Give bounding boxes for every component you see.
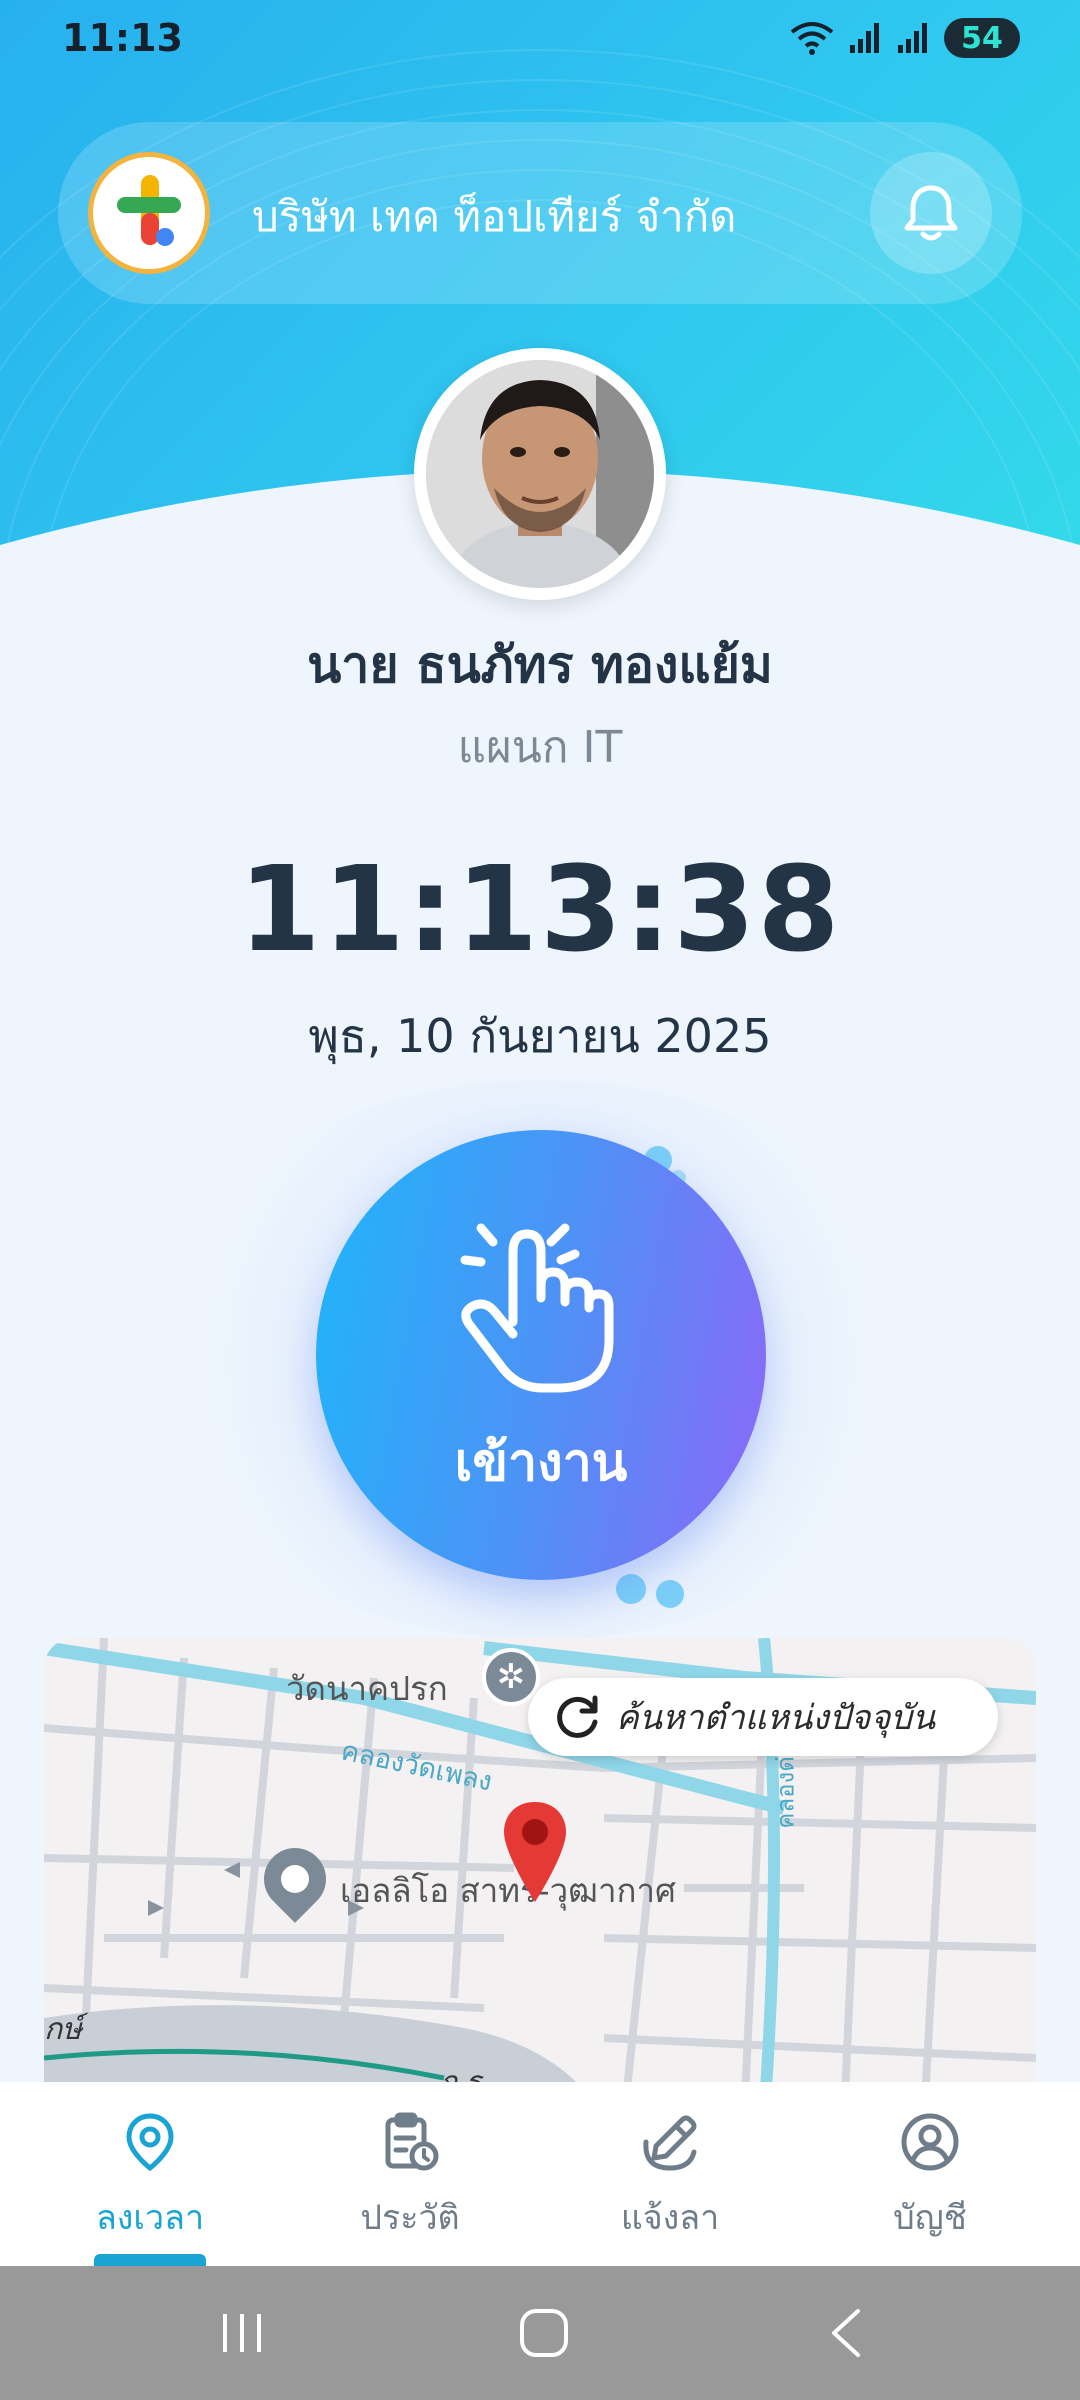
decor-dot [656, 1580, 684, 1608]
signal-icon [850, 23, 879, 53]
pencil-circle-icon [643, 2115, 697, 2171]
current-date: พุธ, 10 กันยายน 2025 [308, 1009, 772, 1063]
company-logo-icon [117, 175, 181, 246]
nav-active-indicator [94, 2254, 206, 2266]
hand-tap-icon [460, 1223, 614, 1393]
avatar-photo [426, 360, 654, 588]
notification-button[interactable] [870, 152, 992, 274]
battery-indicator: 54 [944, 18, 1020, 58]
user-circle-icon [901, 2113, 959, 2171]
company-name: บริษัท เทค ท็อปเทียร์ จำกัด [252, 192, 737, 241]
current-time: 11:13:38 [238, 840, 842, 978]
location-pin-icon [126, 2113, 174, 2172]
status-icons: 54 [790, 18, 1020, 58]
refresh-icon [557, 1695, 598, 1738]
nav-label-check-in: ลงเวลา [95, 2198, 205, 2238]
find-location-label: ค้นหาตำแหน่งปัจจุบัน [616, 1698, 936, 1738]
back-icon[interactable] [826, 2307, 866, 2359]
nav-label-history: ประวัติ [360, 2198, 460, 2238]
map-view[interactable]: วัดนาคปรก ✲ คลองวัดเพลง คลองด่าน เอลลิโอ… [44, 1638, 1036, 2118]
temple-marker-icon: ✲ [482, 1648, 540, 1706]
system-navigation-bar [0, 2266, 1080, 2400]
user-department: แผนก IT [457, 722, 623, 773]
current-location-pin-icon [504, 1802, 566, 1902]
nav-label-account: บัญชี [893, 2198, 967, 2238]
find-location-button[interactable]: ค้นหาตำแหน่งปัจจุบัน [528, 1678, 998, 1756]
map-label-road-left: กษ์ [44, 2012, 82, 2047]
company-bar: บริษัท เทค ท็อปเทียร์ จำกัด [58, 122, 1022, 304]
recent-apps-icon[interactable] [217, 2308, 267, 2358]
battery-level: 54 [961, 20, 1003, 56]
check-in-label: เข้างาน [454, 1433, 628, 1493]
nav-item-history[interactable]: ประวัติ [275, 2082, 545, 2266]
signal-icon-2 [898, 23, 927, 53]
decor-dot [616, 1574, 646, 1604]
status-time: 11:13 [62, 16, 183, 60]
check-in-button[interactable]: เข้างาน [316, 1130, 766, 1580]
wifi-icon [790, 22, 834, 55]
nav-item-account[interactable]: บัญชี [795, 2082, 1065, 2266]
avatar[interactable] [414, 348, 666, 600]
company-logo [88, 152, 210, 274]
map-label-temple: วัดนาคปรก [286, 1669, 448, 1708]
user-name: นาย ธนภัทร ทองแย้ม [307, 636, 773, 694]
home-icon[interactable] [518, 2307, 570, 2359]
status-bar: 11:13 54 [0, 0, 1080, 80]
nav-label-leave: แจ้งลา [620, 2198, 720, 2238]
nav-item-leave[interactable]: แจ้งลา [535, 2082, 805, 2266]
nav-item-check-in[interactable]: ลงเวลา [15, 2082, 285, 2266]
clipboard-clock-icon [385, 2112, 439, 2171]
bottom-navigation: ลงเวลา ประวัติ แจ้งลา บัญชี [0, 2082, 1080, 2266]
bell-icon [904, 185, 958, 241]
